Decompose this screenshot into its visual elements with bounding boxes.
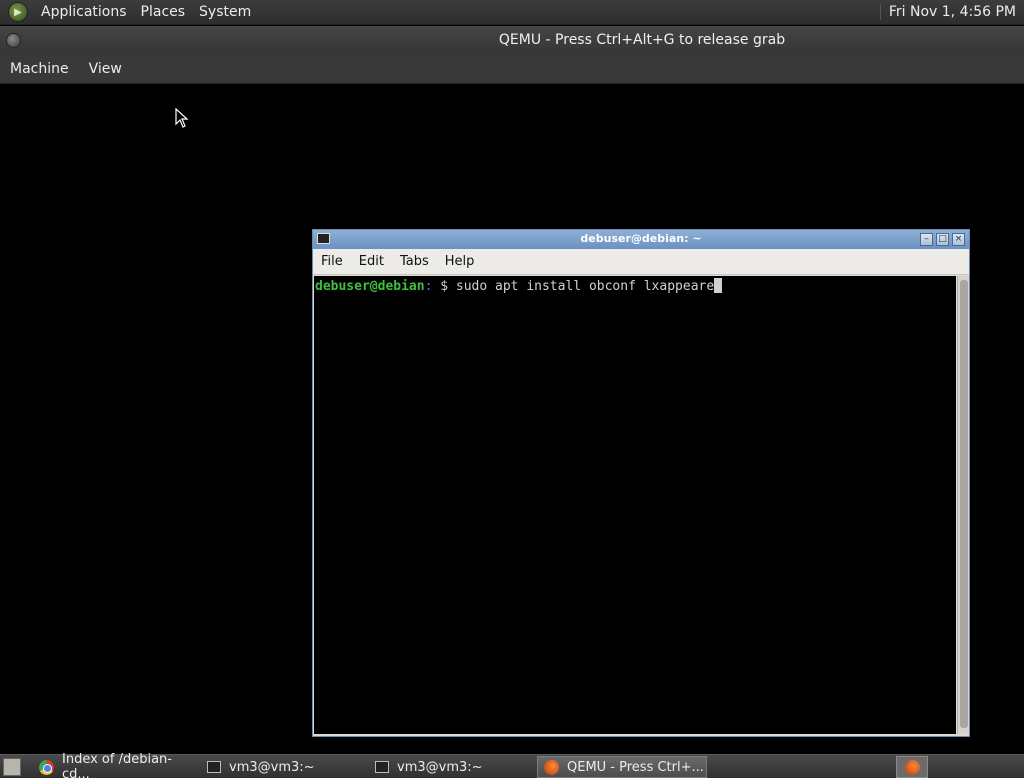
prompt-symbol: $ <box>432 279 456 294</box>
minimize-button[interactable]: – <box>920 233 933 246</box>
menu-edit[interactable]: Edit <box>351 254 392 269</box>
text-cursor <box>714 278 723 293</box>
qemu-window-title: QEMU - Press Ctrl+Alt+G to release grab <box>498 32 786 48</box>
taskbar-item-qemu[interactable]: QEMU - Press Ctrl+... <box>537 756 707 778</box>
taskbar-item-terminal-2[interactable]: vm3@vm3:~ <box>369 756 534 778</box>
terminal-icon <box>207 761 221 773</box>
terminal-icon <box>375 761 389 773</box>
show-desktop-icon[interactable] <box>3 758 21 776</box>
taskbar-item-label: QEMU - Press Ctrl+... <box>567 759 704 775</box>
qemu-icon <box>544 759 559 775</box>
command-text: sudo apt install obconf lxappeare <box>455 279 715 294</box>
terminal-title: debuser@debian: ~ <box>580 232 702 245</box>
menu-system[interactable]: System <box>192 4 258 20</box>
close-button[interactable]: × <box>952 233 965 246</box>
menu-help[interactable]: Help <box>437 254 483 269</box>
mouse-pointer-icon <box>175 108 189 128</box>
taskbar-item-browser[interactable]: Index of /debian-cd... <box>33 752 198 778</box>
menu-file[interactable]: File <box>313 254 351 269</box>
terminal-scrollbar[interactable] <box>957 276 969 734</box>
taskbar-item-label: vm3@vm3:~ <box>397 759 483 775</box>
taskbar-item-label: vm3@vm3:~ <box>229 759 315 775</box>
tray-qemu-icon[interactable] <box>896 756 928 778</box>
scrollbar-thumb[interactable] <box>960 280 968 728</box>
menu-view[interactable]: View <box>79 61 132 77</box>
command-line: debuser@debian: $ sudo apt install obcon… <box>315 278 723 294</box>
menu-places[interactable]: Places <box>134 4 193 20</box>
prompt-user: debuser@debian <box>315 279 425 294</box>
menu-machine[interactable]: Machine <box>0 61 79 77</box>
menu-applications[interactable]: Applications <box>34 4 134 20</box>
maximize-button[interactable]: □ <box>936 233 949 246</box>
qemu-icon <box>904 759 920 775</box>
distro-logo-icon[interactable]: ▶ <box>8 2 28 22</box>
qemu-titlebar[interactable]: QEMU - Press Ctrl+Alt+G to release grab <box>0 26 1024 55</box>
menu-tabs[interactable]: Tabs <box>392 254 437 269</box>
terminal-menubar: File Edit Tabs Help <box>313 249 969 275</box>
host-top-panel: ▶ Applications Places System Fri Nov 1, … <box>0 0 1024 25</box>
terminal-window: debuser@debian: ~ – □ × File Edit Tabs H… <box>312 229 970 737</box>
taskbar: Index of /debian-cd... vm3@vm3:~ vm3@vm3… <box>0 752 1024 778</box>
chrome-icon <box>39 759 54 775</box>
clock[interactable]: Fri Nov 1, 4:56 PM <box>879 4 1016 20</box>
qemu-menubar: Machine View <box>0 55 1024 84</box>
terminal-output[interactable]: debuser@debian: $ sudo apt install obcon… <box>314 276 956 734</box>
terminal-titlebar[interactable]: debuser@debian: ~ – □ × <box>313 230 969 249</box>
taskbar-item-label: Index of /debian-cd... <box>62 752 172 778</box>
taskbar-item-terminal-1[interactable]: vm3@vm3:~ <box>201 756 366 778</box>
